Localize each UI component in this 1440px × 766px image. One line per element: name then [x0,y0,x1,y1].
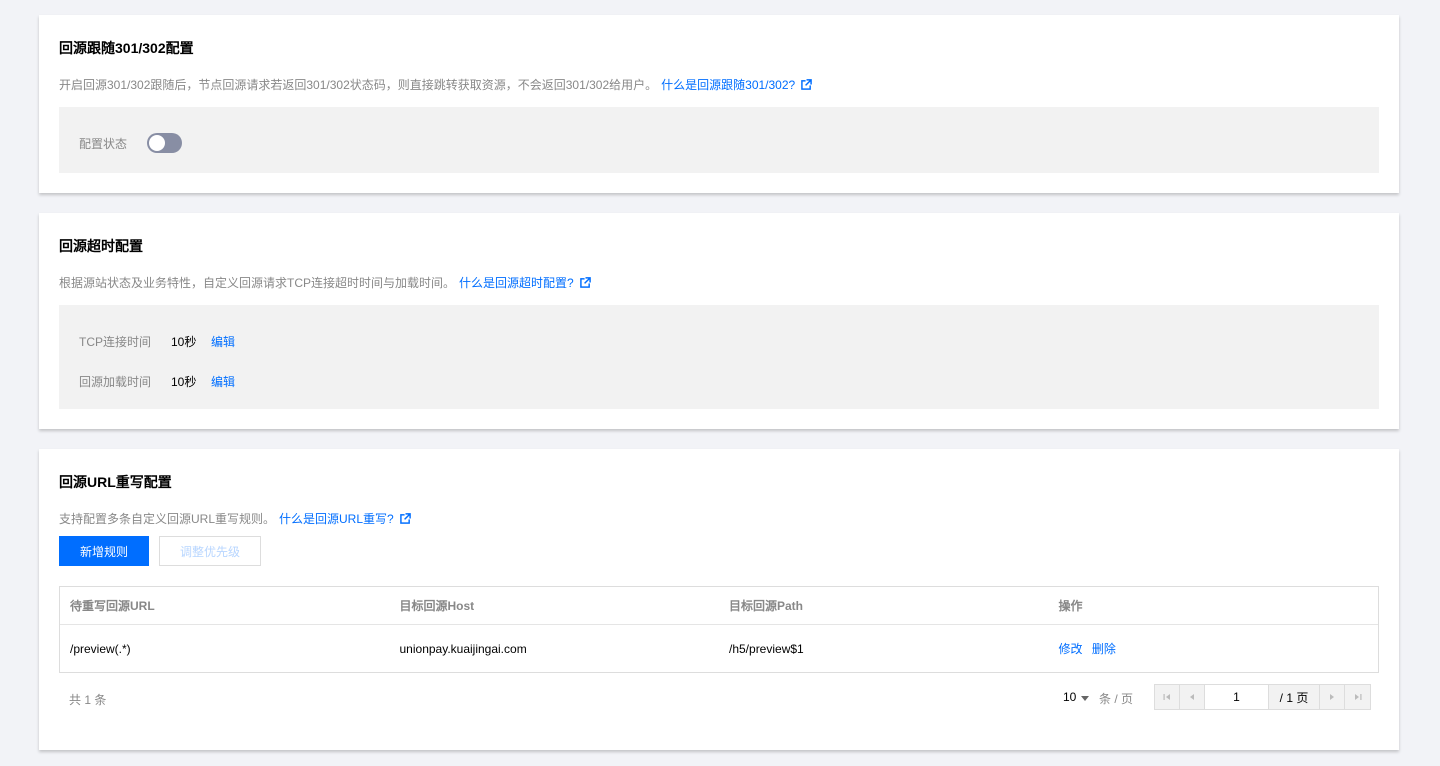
rewrite-rules-table: 待重写回源URL 目标回源Host 目标回源Path 操作 /preview(.… [59,586,1379,673]
follow-redirect-title: 回源跟随301/302配置 [59,40,194,56]
first-page-button[interactable] [1155,685,1180,709]
cell-actions: 修改 删除 [1049,640,1379,657]
timeout-help-link-text: 什么是回源超时配置? [459,276,574,290]
timeout-description-text: 根据源站状态及业务特性，自定义回源请求TCP连接超时时间与加载时间。 [59,276,456,290]
timeout-panel: TCP连接时间 10秒 编辑 回源加载时间 10秒 编辑 [59,305,1379,409]
tcp-connect-value: 10秒 [171,335,197,349]
last-page-button[interactable] [1345,685,1370,709]
timeout-title: 回源超时配置 [59,238,143,254]
column-header-url: 待重写回源URL [70,599,155,613]
column-header-path: 目标回源Path [729,599,804,613]
page-size-unit: 条 / 页 [1099,692,1134,706]
external-link-icon [399,513,411,524]
timeout-help-link[interactable]: 什么是回源超时配置? [459,274,591,291]
table-header-row: 待重写回源URL 目标回源Host 目标回源Path 操作 [60,587,1378,625]
follow-redirect-help-link-text: 什么是回源跟随301/302? [661,78,796,92]
follow-redirect-card: 回源跟随301/302配置 开启回源301/302跟随后，节点回源请求若返回30… [39,15,1399,193]
pagination: 共 1 条 10 条 / 页 / 1 页 [59,684,1371,710]
load-time-edit-link[interactable]: 编辑 [211,373,235,390]
next-page-button[interactable] [1320,685,1345,709]
url-rewrite-title: 回源URL重写配置 [59,474,172,490]
page-number-input[interactable] [1205,685,1269,709]
tcp-connect-label: TCP连接时间 [79,335,152,349]
column-header-host: 目标回源Host [399,599,475,613]
prev-page-icon [1190,694,1194,700]
edit-rule-link[interactable]: 修改 [1059,642,1083,656]
toggle-knob [149,135,165,151]
follow-redirect-panel: 配置状态 [59,107,1379,173]
add-rule-button[interactable]: 新增规则 [59,536,149,566]
adjust-priority-button: 调整优先级 [159,536,261,566]
url-rewrite-help-link[interactable]: 什么是回源URL重写? [279,510,411,527]
timeout-description: 根据源站状态及业务特性，自定义回源请求TCP连接超时时间与加载时间。 什么是回源… [59,274,591,291]
follow-redirect-description-text: 开启回源301/302跟随后，节点回源请求若返回301/302状态码，则直接跳转… [59,78,658,92]
caret-down-icon [1081,695,1090,701]
page-navigation: / 1 页 [1154,684,1371,710]
url-rewrite-description-text: 支持配置多条自定义回源URL重写规则。 [59,512,276,526]
cell-url: /preview(.*) [70,641,131,656]
url-rewrite-help-link-text: 什么是回源URL重写? [279,512,394,526]
page-size-select[interactable]: 10 [1063,690,1090,704]
cell-host: unionpay.kuaijingai.com [399,641,527,656]
total-count: 共 1 条 [69,693,107,707]
column-header-actions: 操作 [1058,599,1083,613]
timeout-card: 回源超时配置 根据源站状态及业务特性，自定义回源请求TCP连接超时时间与加载时间… [39,213,1399,429]
follow-redirect-description: 开启回源301/302跟随后，节点回源请求若返回301/302状态码，则直接跳转… [59,76,813,93]
tcp-connect-edit-link[interactable]: 编辑 [211,333,235,350]
table-row: /preview(.*) unionpay.kuaijingai.com /h5… [60,625,1378,672]
page-size-value: 10 [1063,690,1077,704]
load-time-value: 10秒 [171,375,197,389]
load-time-label: 回源加载时间 [79,375,152,389]
url-rewrite-card: 回源URL重写配置 支持配置多条自定义回源URL重写规则。 什么是回源URL重写… [39,449,1399,750]
url-rewrite-description: 支持配置多条自定义回源URL重写规则。 什么是回源URL重写? [59,510,411,527]
next-page-icon [1330,694,1334,700]
config-status-label: 配置状态 [79,137,128,151]
cell-path: /h5/preview$1 [729,641,804,656]
delete-rule-link[interactable]: 删除 [1092,642,1116,656]
follow-redirect-help-link[interactable]: 什么是回源跟随301/302? [661,76,813,93]
first-page-icon [1163,694,1170,700]
total-pages: / 1 页 [1269,685,1320,709]
prev-page-button[interactable] [1180,685,1205,709]
follow-redirect-toggle[interactable] [147,133,182,153]
external-link-icon [801,79,813,90]
external-link-icon [579,277,591,288]
last-page-icon [1354,694,1361,700]
